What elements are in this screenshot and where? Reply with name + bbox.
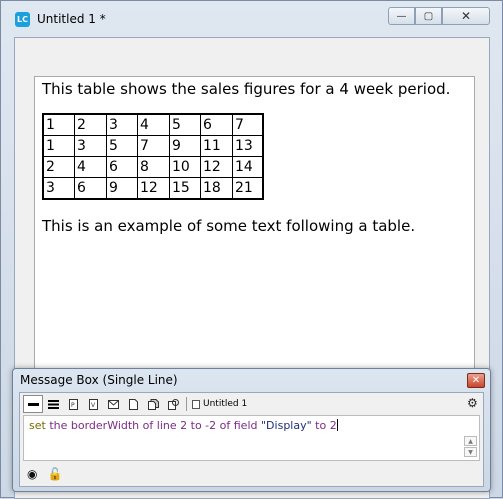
- scroll-up-icon[interactable]: ▲: [464, 436, 477, 446]
- command-text[interactable]: set the borderWidth of line 2 to -2 of f…: [29, 419, 338, 432]
- display-field[interactable]: This table shows the sales figures for a…: [34, 76, 475, 376]
- close-button[interactable]: ✕: [442, 7, 490, 25]
- table-cell: 8: [137, 156, 170, 178]
- window-title: Untitled 1 *: [37, 12, 106, 26]
- command-token: line: [156, 419, 177, 432]
- global-properties-icon[interactable]: P: [63, 395, 83, 413]
- multi-line-icon[interactable]: [43, 395, 63, 413]
- command-token: "Display": [261, 419, 312, 432]
- stack-selector-tab[interactable]: Untitled 1: [192, 399, 247, 409]
- message-watcher-icon[interactable]: [163, 395, 183, 413]
- table-cell: 5: [169, 113, 201, 136]
- table-row: 1 3 5 7 9 11 13: [42, 135, 264, 157]
- scroll-down-icon[interactable]: ▼: [464, 447, 477, 457]
- table-cell: 6: [74, 177, 107, 200]
- front-scripts-icon[interactable]: [123, 395, 143, 413]
- svg-text:P: P: [71, 402, 75, 409]
- unlocked-padlock-icon[interactable]: 🔓: [47, 467, 62, 481]
- command-input[interactable]: set the borderWidth of line 2 to -2 of f…: [23, 415, 480, 461]
- command-token: set: [29, 419, 46, 432]
- stack-document-icon: [192, 399, 200, 409]
- message-box-title: Message Box (Single Line): [20, 373, 178, 387]
- minimize-button[interactable]: —: [388, 7, 415, 25]
- table-cell: 3: [74, 135, 107, 157]
- table-cell: 11: [200, 135, 233, 157]
- table-cell: 9: [169, 135, 201, 157]
- table-cell: 18: [200, 177, 233, 200]
- table-cell: 12: [137, 177, 170, 200]
- table-cell: 12: [200, 156, 233, 178]
- table-cell: 9: [106, 177, 138, 200]
- message-box-toolbar: P V Untitled 1: [23, 395, 247, 413]
- table-cell: 2: [74, 113, 107, 136]
- sales-table: 1 2 3 4 5 6 7 1 3 5 7 9 11 13 2 4 6 8 10 12 14 3 6 9 12 15 18 21: [42, 113, 264, 200]
- table-cell: 4: [74, 156, 107, 178]
- table-cell: 10: [169, 156, 201, 178]
- table-cell: 15: [169, 177, 201, 200]
- toolbar-separator: [186, 397, 187, 411]
- gear-icon[interactable]: ⚙: [467, 396, 478, 410]
- text-caret: [336, 419, 338, 431]
- table-cell: 21: [232, 177, 264, 200]
- target-icon[interactable]: ◉: [27, 467, 37, 481]
- command-token: to: [315, 419, 327, 432]
- command-token: field: [233, 419, 258, 432]
- command-scrollbar[interactable]: ▲ ▼: [464, 436, 477, 458]
- table-cell: 7: [232, 113, 264, 136]
- outro-text: This is an example of some text followin…: [42, 217, 416, 235]
- global-variables-icon[interactable]: V: [83, 395, 103, 413]
- command-token: of: [219, 419, 231, 432]
- table-cell: 1: [42, 113, 75, 136]
- table-cell: 1: [42, 135, 75, 157]
- intro-text: This table shows the sales figures for a…: [42, 80, 451, 98]
- message-box-close-button[interactable]: ✕: [467, 373, 485, 388]
- table-cell: 14: [232, 156, 264, 178]
- back-scripts-icon[interactable]: [143, 395, 163, 413]
- table-row: 1234567: [42, 113, 264, 136]
- table-cell: 5: [106, 135, 138, 157]
- table-cell: 6: [106, 156, 138, 178]
- command-token: of: [142, 419, 154, 432]
- command-token: to: [190, 419, 202, 432]
- table-cell: 2: [42, 156, 75, 178]
- command-token: borderWidth: [70, 419, 140, 432]
- table-cell: 4: [137, 113, 170, 136]
- livecode-app-icon: LC: [15, 12, 30, 27]
- maximize-button[interactable]: ▢: [415, 7, 442, 25]
- title-bar[interactable]: LC Untitled 1 * — ▢ ✕: [1, 1, 502, 37]
- message-box-window: Message Box (Single Line) ✕ P V Untitled…: [12, 368, 491, 492]
- stack-tab-label: Untitled 1: [203, 399, 248, 409]
- table-row: 3 6 9 12 15 18 21: [42, 177, 264, 200]
- table-cell: 6: [200, 113, 233, 136]
- table-row: 2 4 6 8 10 12 14: [42, 156, 264, 178]
- command-token: 2: [329, 419, 337, 432]
- command-token: -2: [205, 419, 217, 432]
- table-cell: 7: [137, 135, 170, 157]
- single-line-icon[interactable]: [23, 395, 43, 413]
- table-cell: 3: [106, 113, 138, 136]
- message-box-status-bar: ◉ 🔓: [23, 465, 62, 483]
- table-cell: 13: [232, 135, 264, 157]
- pending-messages-icon[interactable]: [103, 395, 123, 413]
- table-cell: 3: [42, 177, 75, 200]
- command-token: the: [49, 419, 68, 432]
- message-box-client: P V Untitled 1 ⚙ set the borderWidth of …: [19, 392, 484, 487]
